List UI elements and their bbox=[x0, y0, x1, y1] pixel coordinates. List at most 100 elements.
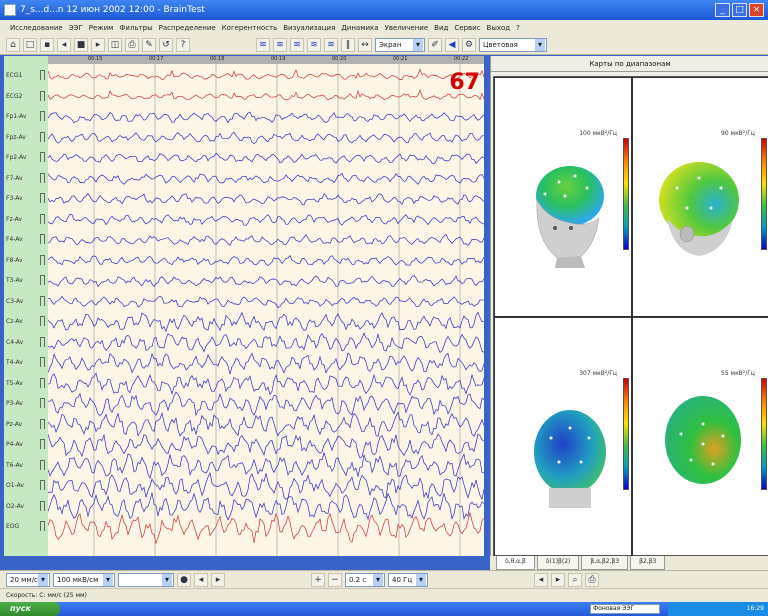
channel-label[interactable]: Fz-Av bbox=[6, 216, 22, 223]
calibration-mark bbox=[40, 357, 45, 368]
menu-bar: Исследование ЭЭГ Режим Фильтры Распредел… bbox=[0, 20, 768, 35]
menu-item-dynamics[interactable]: Динамика bbox=[341, 24, 378, 32]
tab-band-1[interactable]: δ,θ,α,β bbox=[496, 556, 535, 570]
channel-label[interactable]: EOG bbox=[6, 523, 19, 530]
map-cell-2[interactable]: 90 мкВ²/Гц bbox=[632, 77, 768, 317]
map-cell-1[interactable]: 100 мкВ²/Гц bbox=[494, 77, 632, 317]
new-icon[interactable]: □ bbox=[23, 37, 37, 52]
menu-item-view[interactable]: Вид bbox=[434, 24, 448, 32]
tab-band-2[interactable]: δ(1)β(2) bbox=[536, 556, 580, 570]
minimize-button[interactable]: _ bbox=[715, 3, 730, 17]
channel-label[interactable]: F8-Av bbox=[6, 257, 23, 264]
channel-label[interactable]: Pz-Av bbox=[6, 421, 22, 428]
menu-item-exit[interactable]: Выход bbox=[487, 24, 511, 32]
start-button[interactable]: пуск bbox=[0, 602, 60, 616]
map-zoom-icon[interactable]: ⌕ bbox=[568, 572, 582, 587]
preview-icon[interactable]: ◫ bbox=[108, 37, 122, 52]
app-icon bbox=[4, 4, 16, 16]
sensitivity-combo[interactable]: 100 мкВ/см bbox=[53, 572, 115, 587]
calibration-mark bbox=[40, 90, 45, 101]
menu-item-zoom[interactable]: Увеличение bbox=[385, 24, 429, 32]
next-icon[interactable]: ▸ bbox=[211, 572, 225, 587]
edit-icon[interactable]: ↺ bbox=[159, 37, 173, 52]
channel-label[interactable]: F4-Av bbox=[6, 236, 23, 243]
taskbar-app-button[interactable]: Фоновая ЭЭГ bbox=[590, 604, 660, 614]
eeg-trace-area[interactable]: 00:15 00:17 00:18 00:19 00:20 00:21 00:22 67 bbox=[48, 56, 484, 556]
calibration-mark bbox=[40, 172, 45, 183]
channel-label[interactable]: F3-Av bbox=[6, 195, 23, 202]
map-next-icon[interactable]: ▸ bbox=[551, 572, 565, 587]
color-combo[interactable]: Цветовая bbox=[479, 37, 547, 52]
montage-icon-5[interactable]: ≋ bbox=[324, 37, 338, 52]
channel-label[interactable]: Cz-Av bbox=[6, 318, 23, 325]
map-cell-4[interactable]: 55 мкВ²/Гц bbox=[632, 317, 768, 557]
play-icon[interactable]: ▸ bbox=[91, 37, 105, 52]
channel-label[interactable]: T6-Av bbox=[6, 462, 23, 469]
eeg-trace bbox=[48, 233, 484, 247]
channel-label[interactable]: T4-Av bbox=[6, 359, 23, 366]
montage-icon-2[interactable]: ≋ bbox=[273, 37, 287, 52]
add-icon[interactable]: + bbox=[311, 572, 325, 587]
open-icon[interactable]: ⌂ bbox=[6, 37, 20, 52]
minus-icon[interactable]: − bbox=[328, 572, 342, 587]
map-prev-icon[interactable]: ◂ bbox=[534, 572, 548, 587]
filter-combo[interactable] bbox=[118, 572, 174, 587]
speed-combo[interactable]: 20 мм/с bbox=[6, 572, 50, 587]
stop-icon[interactable]: ■ bbox=[74, 37, 88, 52]
timeconst-combo[interactable]: 0.2 с bbox=[345, 572, 385, 587]
channel-label[interactable]: C3-Av bbox=[6, 298, 23, 305]
channel-label[interactable]: Fp1-Av bbox=[6, 113, 26, 120]
tab-band-4[interactable]: β2,β3 bbox=[630, 556, 666, 570]
maps-grid: 100 мкВ²/Гц 90 мкВ²/Гц 307 мкВ²/Гц 55 мк… bbox=[493, 76, 768, 557]
channel-label[interactable]: O2-Av bbox=[6, 503, 24, 510]
channel-label[interactable]: C4-Av bbox=[6, 339, 23, 346]
channel-label[interactable]: ECG2 bbox=[6, 93, 22, 100]
menu-item-study[interactable]: Исследование bbox=[10, 24, 63, 32]
pen-icon[interactable]: ✐ bbox=[428, 37, 442, 52]
channel-label[interactable]: T5-Av bbox=[6, 380, 23, 387]
map-export-icon[interactable]: ⎙ bbox=[585, 572, 599, 587]
channel-label[interactable]: T3-Av bbox=[6, 277, 23, 284]
screen-combo[interactable]: Экран bbox=[375, 37, 425, 52]
channel-label[interactable]: ECG1 bbox=[6, 72, 22, 79]
channel-label[interactable]: P3-Av bbox=[6, 400, 23, 407]
record-icon[interactable]: ● bbox=[177, 572, 191, 587]
status-bar: Скорость: C: мм/с (25 мм) bbox=[0, 588, 768, 602]
calibration-mark bbox=[40, 480, 45, 491]
menu-item-eeg[interactable]: ЭЭГ bbox=[69, 24, 83, 32]
channel-label[interactable]: Fpz-Av bbox=[6, 134, 26, 141]
highfreq-combo[interactable]: 40 Гц bbox=[388, 572, 428, 587]
montage-icon-1[interactable]: ≋ bbox=[256, 37, 270, 52]
menu-item-distribution[interactable]: Распределение bbox=[159, 24, 216, 32]
channel-label[interactable]: O1-Av bbox=[6, 482, 24, 489]
epoch-number: 67 bbox=[449, 70, 480, 95]
menu-item-mode[interactable]: Режим bbox=[89, 24, 114, 32]
maps-panel: Карты по диапазонам 100 мкВ²/Гц 90 мкВ²/… bbox=[490, 56, 768, 557]
info-icon[interactable]: ? bbox=[176, 37, 190, 52]
nav-icon[interactable]: ◀ bbox=[445, 37, 459, 52]
menu-item-service[interactable]: Сервис bbox=[454, 24, 480, 32]
marker-icon[interactable]: ✎ bbox=[142, 37, 156, 52]
channel-label[interactable]: F7-Av bbox=[6, 175, 23, 182]
montage-icon-4[interactable]: ≋ bbox=[307, 37, 321, 52]
tab-band-3[interactable]: β,α,β2,β3 bbox=[581, 556, 629, 570]
arrow-icon[interactable]: ↔ bbox=[358, 37, 372, 52]
menu-item-help[interactable]: ? bbox=[516, 24, 520, 32]
prev-icon[interactable]: ◂ bbox=[194, 572, 208, 587]
settings-icon[interactable]: ⚙ bbox=[462, 37, 476, 52]
rewind-icon[interactable]: ◂ bbox=[57, 37, 71, 52]
save-icon[interactable]: ▪ bbox=[40, 37, 54, 52]
montage-icon-3[interactable]: ≋ bbox=[290, 37, 304, 52]
map-cell-3[interactable]: 307 мкВ²/Гц bbox=[494, 317, 632, 557]
maximize-button[interactable]: □ bbox=[732, 3, 747, 17]
channel-label[interactable]: Fp2-Av bbox=[6, 154, 26, 161]
close-button[interactable]: × bbox=[749, 3, 764, 17]
menu-item-visualization[interactable]: Визуализация bbox=[283, 24, 335, 32]
map-freq-label: 100 мкВ²/Гц bbox=[579, 130, 617, 137]
print-icon[interactable]: ⎙ bbox=[125, 37, 139, 52]
menu-item-filters[interactable]: Фильтры bbox=[119, 24, 152, 32]
split-icon[interactable]: ‖ bbox=[341, 37, 355, 52]
calibration-mark bbox=[40, 418, 45, 429]
channel-label[interactable]: P4-Av bbox=[6, 441, 23, 448]
menu-item-coherence[interactable]: Когерентность bbox=[222, 24, 278, 32]
